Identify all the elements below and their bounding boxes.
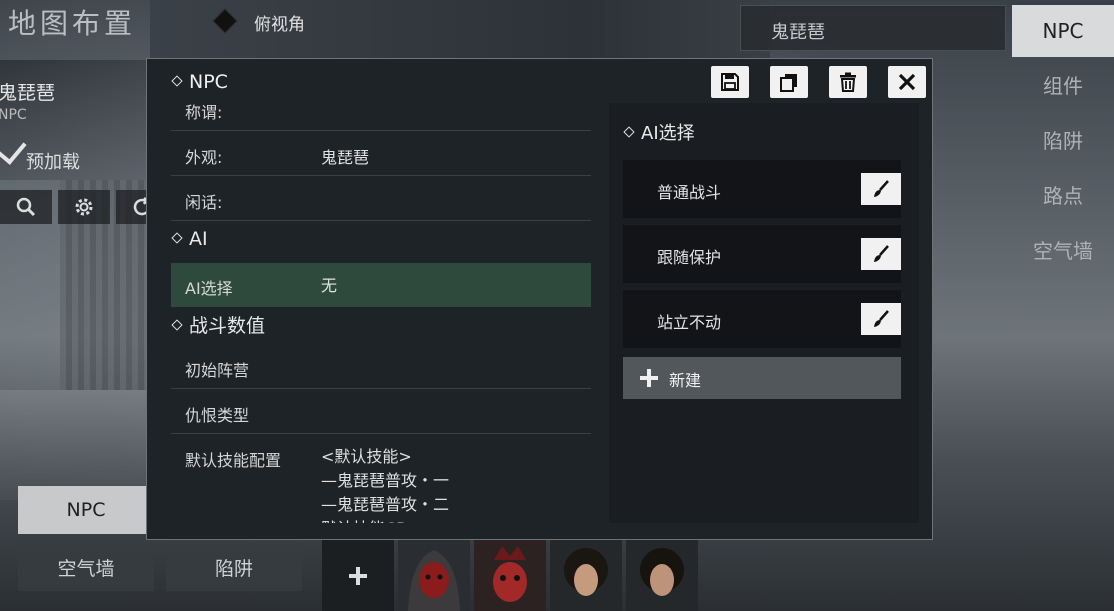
property-row-idle-chat[interactable]: 闲话: bbox=[171, 177, 591, 221]
category-tabs: NPC 组件 陷阱 路点 空气墙 bbox=[1012, 5, 1114, 277]
npc-portrait-3[interactable] bbox=[550, 540, 622, 611]
npc-portrait-2[interactable] bbox=[474, 540, 546, 611]
ai-option-stand-still[interactable]: 站立不动 bbox=[623, 290, 901, 348]
edit-ai-button[interactable] bbox=[861, 238, 901, 270]
property-row-default-skill[interactable]: 默认技能配置 <默认技能> —鬼琵琶普攻・一 —鬼琵琶普攻・二 默认技能CD: bbox=[171, 435, 591, 523]
diamond-bullet-icon bbox=[171, 232, 183, 244]
bottom-airwall-button[interactable]: 空气墙 bbox=[18, 543, 154, 591]
ai-select-title: AI选择 bbox=[641, 123, 695, 144]
brush-icon bbox=[874, 310, 889, 327]
copy-button[interactable] bbox=[770, 66, 808, 98]
scene-toolbar bbox=[0, 190, 168, 224]
bottom-trap-button[interactable]: 陷阱 bbox=[166, 543, 302, 591]
preload-label: 预加载 bbox=[26, 152, 80, 173]
diamond-bullet-icon bbox=[171, 75, 183, 87]
copy-icon bbox=[780, 74, 797, 92]
save-icon bbox=[721, 73, 739, 91]
plus-icon bbox=[640, 369, 658, 387]
section-combat-stats: 战斗数值 bbox=[171, 311, 265, 338]
dialog-title-text: NPC bbox=[189, 71, 228, 93]
edit-ai-button[interactable] bbox=[861, 173, 901, 205]
property-label: 初始阵营 bbox=[185, 361, 250, 380]
search-tool-button[interactable] bbox=[0, 190, 52, 224]
map-title: 地图布置 bbox=[8, 7, 137, 40]
search-icon bbox=[16, 197, 36, 217]
close-icon bbox=[898, 73, 916, 91]
property-value: 鬼琵琶 bbox=[321, 148, 370, 167]
ai-select-header: AI选择 bbox=[623, 119, 695, 145]
new-ai-label: 新建 bbox=[669, 371, 702, 390]
gear-icon bbox=[75, 198, 93, 216]
npc-properties-panel[interactable]: 称谓: 外观: 鬼琵琶 闲话: AI AI选择 无 战斗数值 初始阵营 仇恨类型… bbox=[171, 103, 591, 523]
delete-button[interactable] bbox=[829, 66, 867, 98]
section-ai: AI bbox=[171, 228, 208, 250]
close-button[interactable] bbox=[888, 66, 926, 98]
ai-option-label: 跟随保护 bbox=[657, 248, 722, 267]
property-row-ai-select[interactable]: AI选择 无 bbox=[171, 263, 591, 307]
npc-portrait-4[interactable] bbox=[626, 540, 698, 611]
red-demon-portrait-icon bbox=[474, 540, 546, 611]
diamond-bullet-icon bbox=[623, 126, 635, 138]
tab-component[interactable]: 组件 bbox=[1012, 57, 1114, 112]
edit-ai-button[interactable] bbox=[861, 303, 901, 335]
scene-top-band bbox=[150, 0, 770, 58]
woman-portrait-icon bbox=[550, 540, 622, 611]
property-row-hate-type[interactable]: 仇恨类型 bbox=[171, 390, 591, 434]
property-label: AI选择 bbox=[185, 279, 233, 298]
tab-trap[interactable]: 陷阱 bbox=[1012, 112, 1114, 167]
new-ai-button[interactable]: 新建 bbox=[623, 357, 901, 399]
bottom-npc-button[interactable]: NPC bbox=[18, 486, 154, 534]
view-mode-label[interactable]: 俯视角 bbox=[254, 10, 305, 35]
npc-editor-dialog: NPC 称谓: 外观: 鬼琵琶 闲话: AI AI选择 无 战斗数值 初始阵营 … bbox=[146, 58, 933, 540]
save-button[interactable] bbox=[711, 66, 749, 98]
dialog-title: NPC bbox=[171, 71, 228, 93]
plus-icon bbox=[349, 566, 367, 585]
hooded-red-mask-portrait-icon bbox=[408, 550, 460, 611]
ai-option-label: 普通战斗 bbox=[657, 183, 722, 202]
ai-option-follow-protect[interactable]: 跟随保护 bbox=[623, 225, 901, 283]
property-label: 闲话: bbox=[185, 193, 223, 212]
section-combat-title: 战斗数值 bbox=[189, 315, 266, 337]
property-label: 称谓: bbox=[185, 103, 223, 122]
property-label: 仇恨类型 bbox=[185, 406, 250, 425]
property-row-initial-camp[interactable]: 初始阵营 bbox=[171, 345, 591, 389]
dialog-header: NPC bbox=[147, 59, 932, 103]
property-label: 默认技能配置 bbox=[185, 451, 282, 470]
woman-portrait-icon bbox=[626, 540, 698, 611]
ai-option-normal-combat[interactable]: 普通战斗 bbox=[623, 160, 901, 218]
property-value: 无 bbox=[321, 276, 338, 295]
brush-icon bbox=[874, 245, 889, 262]
diamond-bullet-icon bbox=[171, 319, 183, 331]
trash-icon bbox=[840, 72, 856, 92]
npc-name-label: 鬼琵琶 bbox=[0, 82, 56, 104]
npc-type-label: NPC bbox=[0, 107, 27, 123]
settings-tool-button[interactable] bbox=[58, 190, 110, 224]
tab-npc[interactable]: NPC bbox=[1012, 5, 1114, 57]
ai-select-panel: AI选择 普通战斗 跟随保护 站立不动 新建 bbox=[609, 103, 919, 523]
ai-option-label: 站立不动 bbox=[657, 313, 722, 332]
scene-floor bbox=[0, 390, 160, 500]
npc-portrait-1[interactable] bbox=[398, 540, 470, 611]
section-ai-title: AI bbox=[189, 228, 208, 250]
tab-waypoint[interactable]: 路点 bbox=[1012, 167, 1114, 222]
brush-icon bbox=[874, 180, 889, 197]
add-npc-button[interactable] bbox=[322, 540, 394, 611]
property-label: 外观: bbox=[185, 148, 223, 167]
property-row-appearance[interactable]: 外观: 鬼琵琶 bbox=[171, 132, 591, 176]
tab-airwall[interactable]: 空气墙 bbox=[1012, 222, 1114, 277]
search-input[interactable]: 鬼琵琶 bbox=[740, 5, 1006, 51]
default-skill-value: <默认技能> —鬼琵琶普攻・一 —鬼琵琶普攻・二 默认技能CD: bbox=[321, 447, 450, 523]
property-row-name[interactable]: 称谓: bbox=[171, 103, 591, 131]
preload-checkbox[interactable]: 预加载 bbox=[0, 133, 80, 174]
